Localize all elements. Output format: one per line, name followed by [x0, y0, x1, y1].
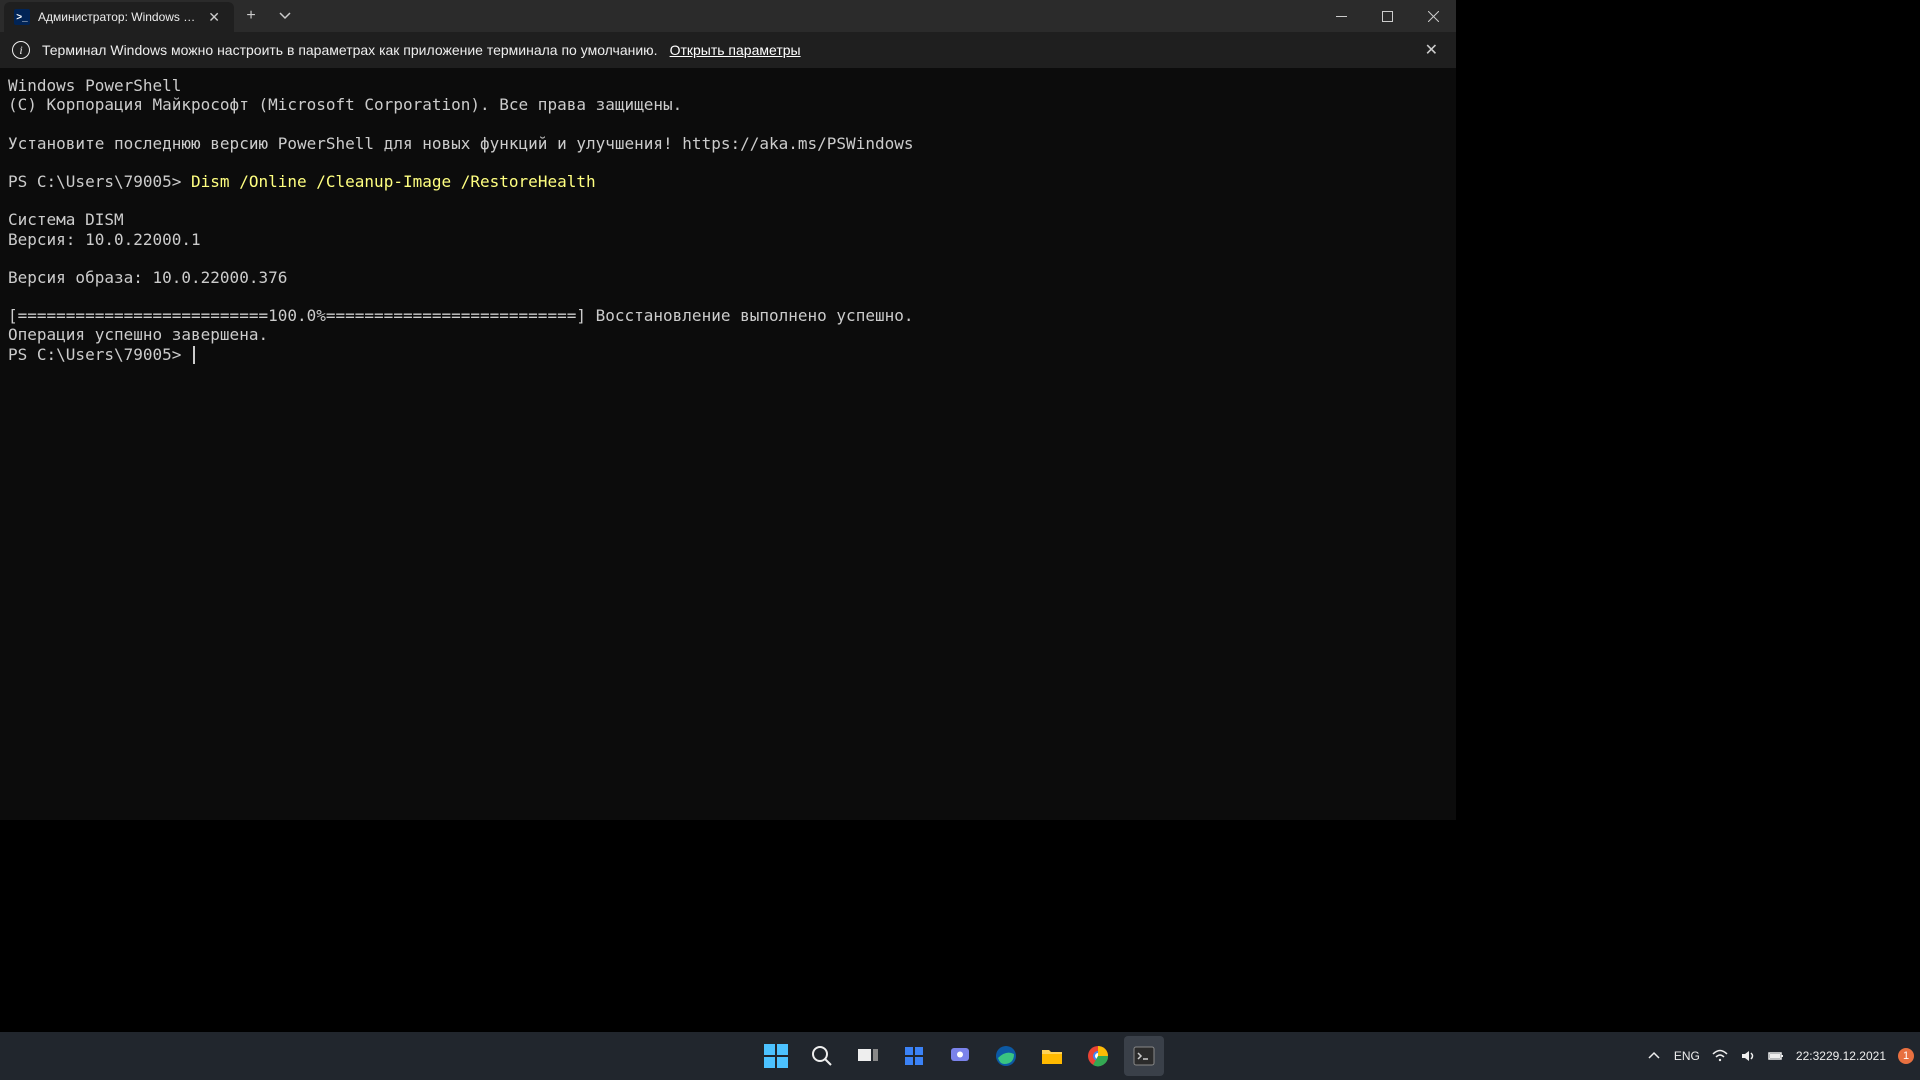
- tab-dropdown-button[interactable]: [268, 0, 302, 32]
- chat-button[interactable]: [940, 1036, 980, 1076]
- tab-title: Администратор: Windows Pow: [38, 10, 196, 24]
- tray-overflow-chevron-icon[interactable]: [1646, 1048, 1662, 1064]
- volume-icon[interactable]: [1740, 1048, 1756, 1064]
- task-view-button[interactable]: [848, 1036, 888, 1076]
- file-explorer-button[interactable]: [1032, 1036, 1072, 1076]
- prompt-command: Dism /Online /Cleanup-Image /RestoreHeal…: [191, 172, 596, 191]
- clock[interactable]: 22:32 29.12.2021: [1796, 1049, 1886, 1063]
- close-window-button[interactable]: [1410, 0, 1456, 32]
- term-line: [==========================100.0%=======…: [8, 306, 913, 325]
- term-line: Версия образа: 10.0.22000.376: [8, 268, 287, 287]
- prompt-prefix: PS C:\Users\79005>: [8, 345, 191, 364]
- info-icon: i: [12, 41, 30, 59]
- titlebar[interactable]: >_ Администратор: Windows Pow ✕ +: [0, 0, 1456, 32]
- battery-icon[interactable]: [1768, 1048, 1784, 1064]
- clock-time: 22:32: [1796, 1049, 1826, 1063]
- taskbar[interactable]: ENG 22:32 29.12.2021 1: [0, 1032, 1920, 1080]
- terminal-output[interactable]: Windows PowerShell (C) Корпорация Майкро…: [0, 68, 1456, 820]
- term-line: (C) Корпорация Майкрософт (Microsoft Cor…: [8, 95, 682, 114]
- start-button[interactable]: [756, 1036, 796, 1076]
- terminal-window: >_ Администратор: Windows Pow ✕ + i Терм…: [0, 0, 1456, 820]
- system-tray: ENG 22:32 29.12.2021 1: [1646, 1032, 1914, 1080]
- notification-button[interactable]: 1: [1898, 1048, 1914, 1064]
- infobar: i Терминал Windows можно настроить в пар…: [0, 32, 1456, 68]
- term-line: Windows PowerShell: [8, 76, 181, 95]
- chrome-button[interactable]: [1078, 1036, 1118, 1076]
- minimize-button[interactable]: [1318, 0, 1364, 32]
- widgets-button[interactable]: [894, 1036, 934, 1076]
- edge-button[interactable]: [986, 1036, 1026, 1076]
- close-tab-icon[interactable]: ✕: [204, 9, 224, 26]
- term-line: Установите последнюю версию PowerShell д…: [8, 134, 913, 153]
- wifi-icon[interactable]: [1712, 1048, 1728, 1064]
- new-tab-button[interactable]: +: [234, 0, 268, 32]
- cursor: [193, 346, 195, 364]
- term-line: Версия: 10.0.22000.1: [8, 230, 201, 249]
- tab-powershell[interactable]: >_ Администратор: Windows Pow ✕: [4, 2, 234, 32]
- term-line: Операция успешно завершена.: [8, 325, 268, 344]
- terminal-taskbar-button[interactable]: [1124, 1036, 1164, 1076]
- infobar-close-icon[interactable]: ✕: [1419, 40, 1444, 60]
- maximize-button[interactable]: [1364, 0, 1410, 32]
- taskbar-center: [756, 1036, 1164, 1076]
- powershell-icon: >_: [14, 9, 30, 25]
- language-indicator[interactable]: ENG: [1674, 1049, 1700, 1063]
- infobar-message: Терминал Windows можно настроить в парам…: [42, 42, 658, 58]
- notification-badge: 1: [1898, 1048, 1914, 1064]
- clock-date: 29.12.2021: [1826, 1049, 1886, 1063]
- search-button[interactable]: [802, 1036, 842, 1076]
- prompt-prefix: PS C:\Users\79005>: [8, 172, 191, 191]
- open-settings-link[interactable]: Открыть параметры: [670, 42, 801, 58]
- windows-logo-icon: [764, 1044, 788, 1068]
- term-line: Cистема DISM: [8, 210, 124, 229]
